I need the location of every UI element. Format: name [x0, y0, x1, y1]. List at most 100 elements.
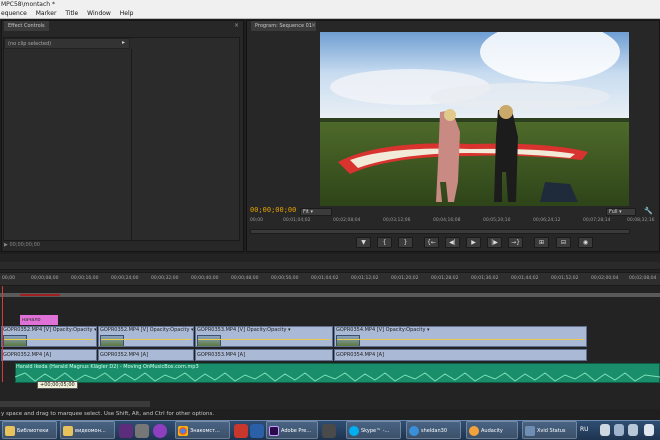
menu-marker[interactable]: Marker [36, 9, 57, 19]
skype-icon [349, 426, 359, 436]
timeline-ruler-tick: 00;00;32;00 [151, 276, 179, 281]
menu-title[interactable]: Title [65, 9, 78, 19]
step-forward-button[interactable]: |▶ [487, 237, 502, 248]
taskbar-item-libraries[interactable]: Библиотеки [2, 421, 57, 439]
wrench-icon[interactable]: 🔧 [644, 207, 653, 215]
audacity-icon [469, 426, 479, 436]
timeline-toolbar [0, 262, 660, 270]
effect-controls-body [3, 37, 240, 241]
menu-help[interactable]: Help [120, 9, 134, 19]
yandex-icon[interactable] [234, 424, 248, 438]
add-marker-button[interactable]: ▼ [356, 237, 371, 248]
app-icon[interactable] [135, 424, 149, 438]
timeline-ruler-tick: 00;00;48;00 [231, 276, 259, 281]
status-bar: y space and drag to marquee select. Use … [0, 409, 660, 420]
app-icon[interactable] [250, 424, 264, 438]
video-clip[interactable]: GOPR0353.MP4 [V] Opacity:Opacity ▾ [195, 326, 333, 347]
go-to-out-button[interactable]: →} [508, 237, 523, 248]
menu-window[interactable]: Window [87, 9, 111, 19]
video-clip[interactable]: GOPR0354.MP4 [V] Opacity:Opacity ▾ [334, 326, 587, 347]
opacity-line[interactable] [4, 339, 94, 340]
close-icon[interactable]: × [234, 21, 239, 31]
timeline-scrollbar[interactable] [0, 401, 150, 407]
opacity-line[interactable] [198, 339, 330, 340]
taskbar-item-skype[interactable]: Skype™ -... [346, 421, 401, 439]
video-clip[interactable]: GOPR0352.MP4 [V] Opacity:Opacity ▾ [98, 326, 194, 347]
render-bar [20, 294, 60, 296]
audio-clip[interactable]: GOPR0354.MP4 [A] [334, 349, 587, 361]
timeline-ruler-tick: 00;00;24;00 [111, 276, 139, 281]
drag-offset-tooltip: +00;00;05;00 [37, 381, 78, 389]
music-clip-label: Harald Ikeda (Harald Magnus Klägler D2) … [16, 364, 199, 370]
audio-clip[interactable]: GOPR0353.MP4 [A] [195, 349, 333, 361]
opacity-line[interactable] [101, 339, 191, 340]
program-ruler-tick: 00;04;16;08 [433, 218, 461, 223]
taskbar-item-premiere[interactable]: Adobe Pre... [266, 421, 318, 439]
clip-thumbnail [3, 335, 27, 346]
quality-select[interactable]: Full ▾ [606, 208, 636, 216]
timeline-ruler-tick: 00;00;40;00 [191, 276, 219, 281]
timeline-ruler-tick: 00;00;08;00 [31, 276, 59, 281]
language-indicator[interactable]: RU [580, 421, 589, 439]
chat-icon [409, 426, 419, 436]
go-to-in-button[interactable]: {← [424, 237, 439, 248]
tray-icon[interactable] [600, 424, 610, 436]
clip-selection-label: (no clip selected) [4, 38, 130, 49]
program-ruler-tick: 00;03;12;06 [383, 218, 411, 223]
menu-bar: equence Marker Title Window Help [0, 9, 660, 19]
program-ruler-tick: 00;06;24;12 [533, 218, 561, 223]
tray-icon[interactable] [628, 424, 638, 436]
tab-effect-controls[interactable]: Effect Controls [4, 21, 49, 31]
program-scrub-bar[interactable] [250, 229, 630, 234]
timeline-ruler-tick: 00;02;08;04 [629, 276, 657, 281]
tab-program[interactable]: Program: Sequence 01 [251, 21, 316, 31]
close-icon[interactable]: × [311, 21, 316, 31]
chrome-icon [178, 426, 188, 436]
taskbar-item-video-folder[interactable]: видеомон... [60, 421, 115, 439]
taskbar-item-xvid[interactable]: Xvid Status [522, 421, 577, 439]
folder-icon [63, 426, 73, 436]
chevron-right-icon[interactable]: ▸ [122, 39, 125, 46]
taskbar-item-audacity[interactable]: Audacity [466, 421, 518, 439]
app-icon[interactable] [322, 424, 336, 438]
audio-clip[interactable]: GOPR0352.MP4 [A] [98, 349, 194, 361]
timeline-ruler-tick: 00;01;44;02 [511, 276, 539, 281]
window-title: MPC58\montach * [0, 0, 660, 9]
effect-timecode: ▶ 00;00;00;00 [4, 242, 40, 248]
lift-button[interactable]: ⊞ [534, 237, 549, 248]
timeline-ruler-tick: 00;01;52;02 [551, 276, 579, 281]
taskbar-item-sheldan[interactable]: sheldan30 [406, 421, 461, 439]
clip-thumbnail [197, 335, 221, 346]
mark-out-button[interactable]: } [398, 237, 413, 248]
clip-thumbnail [100, 335, 124, 346]
xvid-icon [525, 426, 535, 436]
audio-waveform [15, 372, 660, 382]
timeline-ruler-tick: 00;00;16;00 [71, 276, 99, 281]
menu-sequence[interactable]: equence [1, 9, 27, 19]
playhead[interactable] [2, 286, 3, 382]
taskbar-item-browser[interactable]: Знакомст... [175, 421, 230, 439]
program-timecode[interactable]: 00;00;00;00 [250, 206, 296, 214]
panel-splitter[interactable] [131, 49, 132, 241]
play-button[interactable]: ▶ [466, 237, 481, 248]
mark-in-button[interactable]: { [377, 237, 392, 248]
timeline-ruler-tick: 00;00;56;00 [271, 276, 299, 281]
timeline-ruler-tick: 00;01;36;02 [471, 276, 499, 281]
tray-icon[interactable] [644, 424, 654, 436]
export-frame-button[interactable]: ◉ [578, 237, 593, 248]
video-clip-label: GOPR0354.MP4 [V] Opacity:Opacity ▾ [336, 327, 430, 333]
media-player-icon[interactable] [119, 424, 133, 438]
step-back-button[interactable]: ◀| [445, 237, 460, 248]
audio-clip[interactable]: GOPR0352.MP4 [A] [1, 349, 97, 361]
program-video-frame[interactable] [320, 32, 629, 206]
extract-button[interactable]: ⊟ [556, 237, 571, 248]
timeline-ruler-tick: 00;01;12;02 [351, 276, 379, 281]
tray-icon[interactable] [614, 424, 624, 436]
marker-label[interactable]: начало [20, 315, 58, 325]
timeline-ruler-tick: 00;01;20;02 [391, 276, 419, 281]
work-area-bar[interactable] [0, 293, 660, 297]
video-clip[interactable]: GOPR0352.MP4 [V] Opacity:Opacity ▾ [1, 326, 97, 347]
zoom-fit-select[interactable]: Fit ▾ [300, 208, 332, 216]
app-icon[interactable] [153, 424, 167, 438]
opacity-line[interactable] [337, 339, 584, 340]
